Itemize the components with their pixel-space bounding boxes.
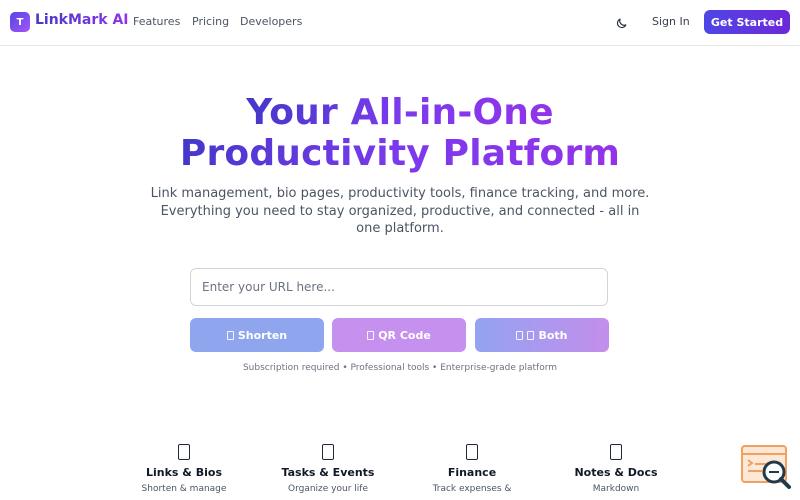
chat-search-icon (741, 445, 791, 489)
theme-toggle-button[interactable] (612, 14, 630, 32)
shorten-button[interactable]: Shorten (190, 318, 324, 352)
feature-title: Finance (447, 466, 497, 479)
help-widget-button[interactable] (740, 444, 792, 490)
qr-code-icon (367, 330, 375, 340)
logo-icon[interactable]: T (10, 12, 30, 32)
hero-title-line-2: Productivity Platform (179, 133, 621, 174)
moon-icon (616, 18, 626, 28)
feature-title: Tasks & Events (281, 466, 375, 479)
wallet-icon (466, 444, 478, 460)
feature-description: Shorten & manage (141, 484, 227, 494)
feature-description: Organize your life (288, 484, 368, 494)
qr-code-button[interactable]: QR Code (332, 318, 466, 352)
hero-title: Your All-in-One Productivity Platform (0, 92, 800, 174)
link-icon (178, 444, 190, 460)
link-icon (226, 330, 234, 340)
both-button-label: Both (538, 328, 568, 342)
link-icon (516, 330, 524, 340)
feature-notes-docs: Notes & Docs Markdown (556, 440, 676, 494)
feature-description: Markdown (592, 484, 640, 494)
sign-in-link[interactable]: Sign In (652, 15, 690, 28)
hero-title-line-1: Your All-in-One (246, 92, 554, 133)
feature-tasks-events: Tasks & Events Organize your life (268, 440, 388, 494)
qr-code-button-label: QR Code (378, 328, 431, 342)
document-icon (610, 444, 622, 460)
nav-link-features[interactable]: Features (133, 15, 180, 28)
shorten-button-label: Shorten (237, 328, 288, 342)
feature-description: Track expenses & (432, 484, 512, 494)
feature-finance: Finance Track expenses & (412, 440, 532, 494)
nav-link-pricing[interactable]: Pricing (192, 15, 229, 28)
url-input[interactable] (190, 268, 608, 306)
feature-links-bios: Links & Bios Shorten & manage (124, 440, 244, 494)
nav-link-developers[interactable]: Developers (240, 15, 302, 28)
calendar-icon (322, 444, 334, 460)
hero-subtitle: Link management, bio pages, productivity… (150, 186, 650, 236)
qr-code-icon (527, 330, 535, 340)
feature-title: Links & Bios (146, 466, 222, 479)
both-button[interactable]: Both (475, 318, 609, 352)
top-navbar: T LinkMark AI Features Pricing Developer… (0, 0, 800, 46)
feature-title: Notes & Docs (574, 466, 658, 479)
subscription-tagline: Subscription required • Professional too… (242, 363, 558, 373)
brand-name[interactable]: LinkMark AI (35, 12, 129, 28)
get-started-button[interactable]: Get Started (704, 10, 790, 34)
